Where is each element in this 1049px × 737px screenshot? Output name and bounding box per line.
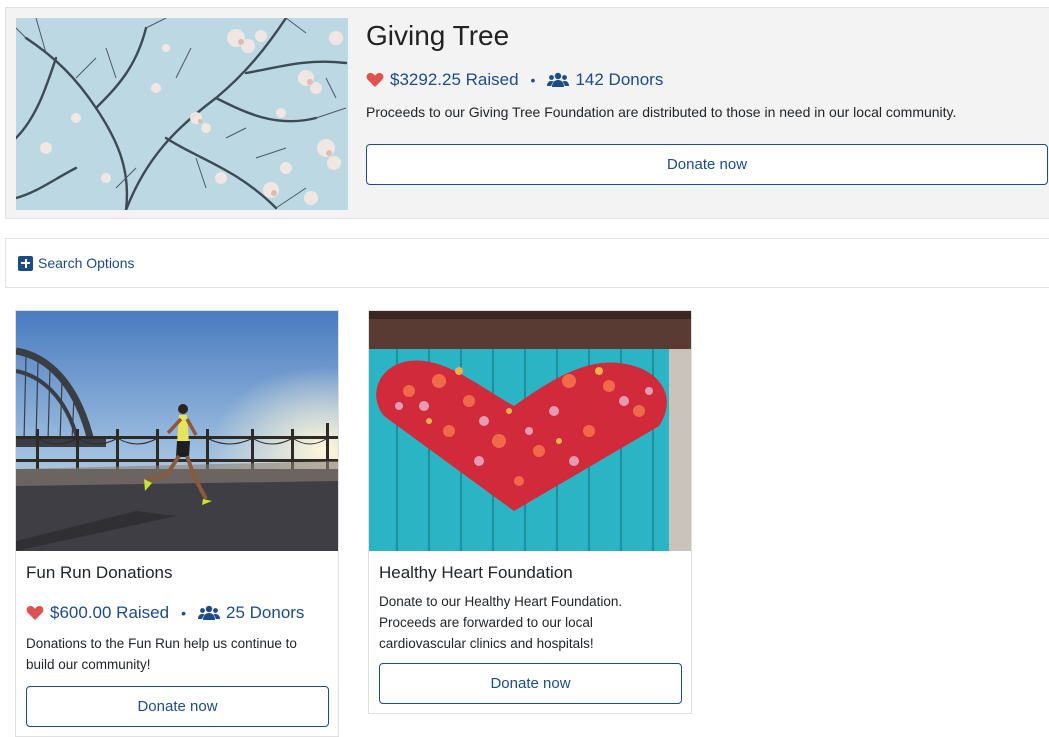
fun-run-title: Fun Run Donations (26, 563, 173, 582)
users-icon (198, 605, 220, 621)
campaign-card-fun-run: Fun Run Donations $600.00 Raised • 25 Do… (15, 310, 339, 737)
healthy-heart-image (369, 311, 691, 551)
featured-donor-count: 142 Donors (575, 70, 664, 89)
featured-campaign-title: Giving Tree (366, 20, 510, 51)
stats-separator: • (530, 72, 536, 88)
search-options-toggle[interactable]: Search Options (5, 238, 1049, 288)
fun-run-donate-button[interactable]: Donate now (26, 686, 329, 727)
fun-run-donor-count: 25 Donors (226, 603, 305, 622)
healthy-heart-title: Healthy Heart Foundation (379, 563, 573, 582)
plus-square-icon (18, 255, 33, 271)
featured-campaign-description: Proceeds to our Giving Tree Foundation a… (366, 104, 957, 120)
featured-campaign-stats: $3292.25 Raised • 142 Donors (366, 70, 663, 90)
fun-run-description: Donations to the Fun Run help us continu… (26, 636, 297, 672)
fun-run-raised-amount: $600.00 Raised (50, 603, 170, 622)
featured-raised-amount: $3292.25 Raised (390, 70, 519, 89)
featured-campaign: Giving Tree $3292.25 Raised • 142 Donors… (5, 7, 1049, 219)
campaign-card-healthy-heart: Healthy Heart Foundation Donate to our H… (368, 310, 692, 714)
healthy-heart-donate-button[interactable]: Donate now (379, 663, 682, 704)
users-icon (547, 72, 570, 88)
stats-separator: • (181, 605, 186, 621)
featured-campaign-image (16, 18, 348, 210)
healthy-heart-description: Donate to our Healthy Heart Foundation. … (379, 594, 623, 651)
search-options-label[interactable]: Search Options (38, 255, 135, 271)
fun-run-stats: $600.00 Raised • 25 Donors (26, 603, 304, 623)
heart-icon (26, 605, 44, 621)
featured-donate-button[interactable]: Donate now (366, 144, 1048, 185)
heart-icon (366, 72, 384, 88)
fun-run-image (16, 311, 338, 551)
